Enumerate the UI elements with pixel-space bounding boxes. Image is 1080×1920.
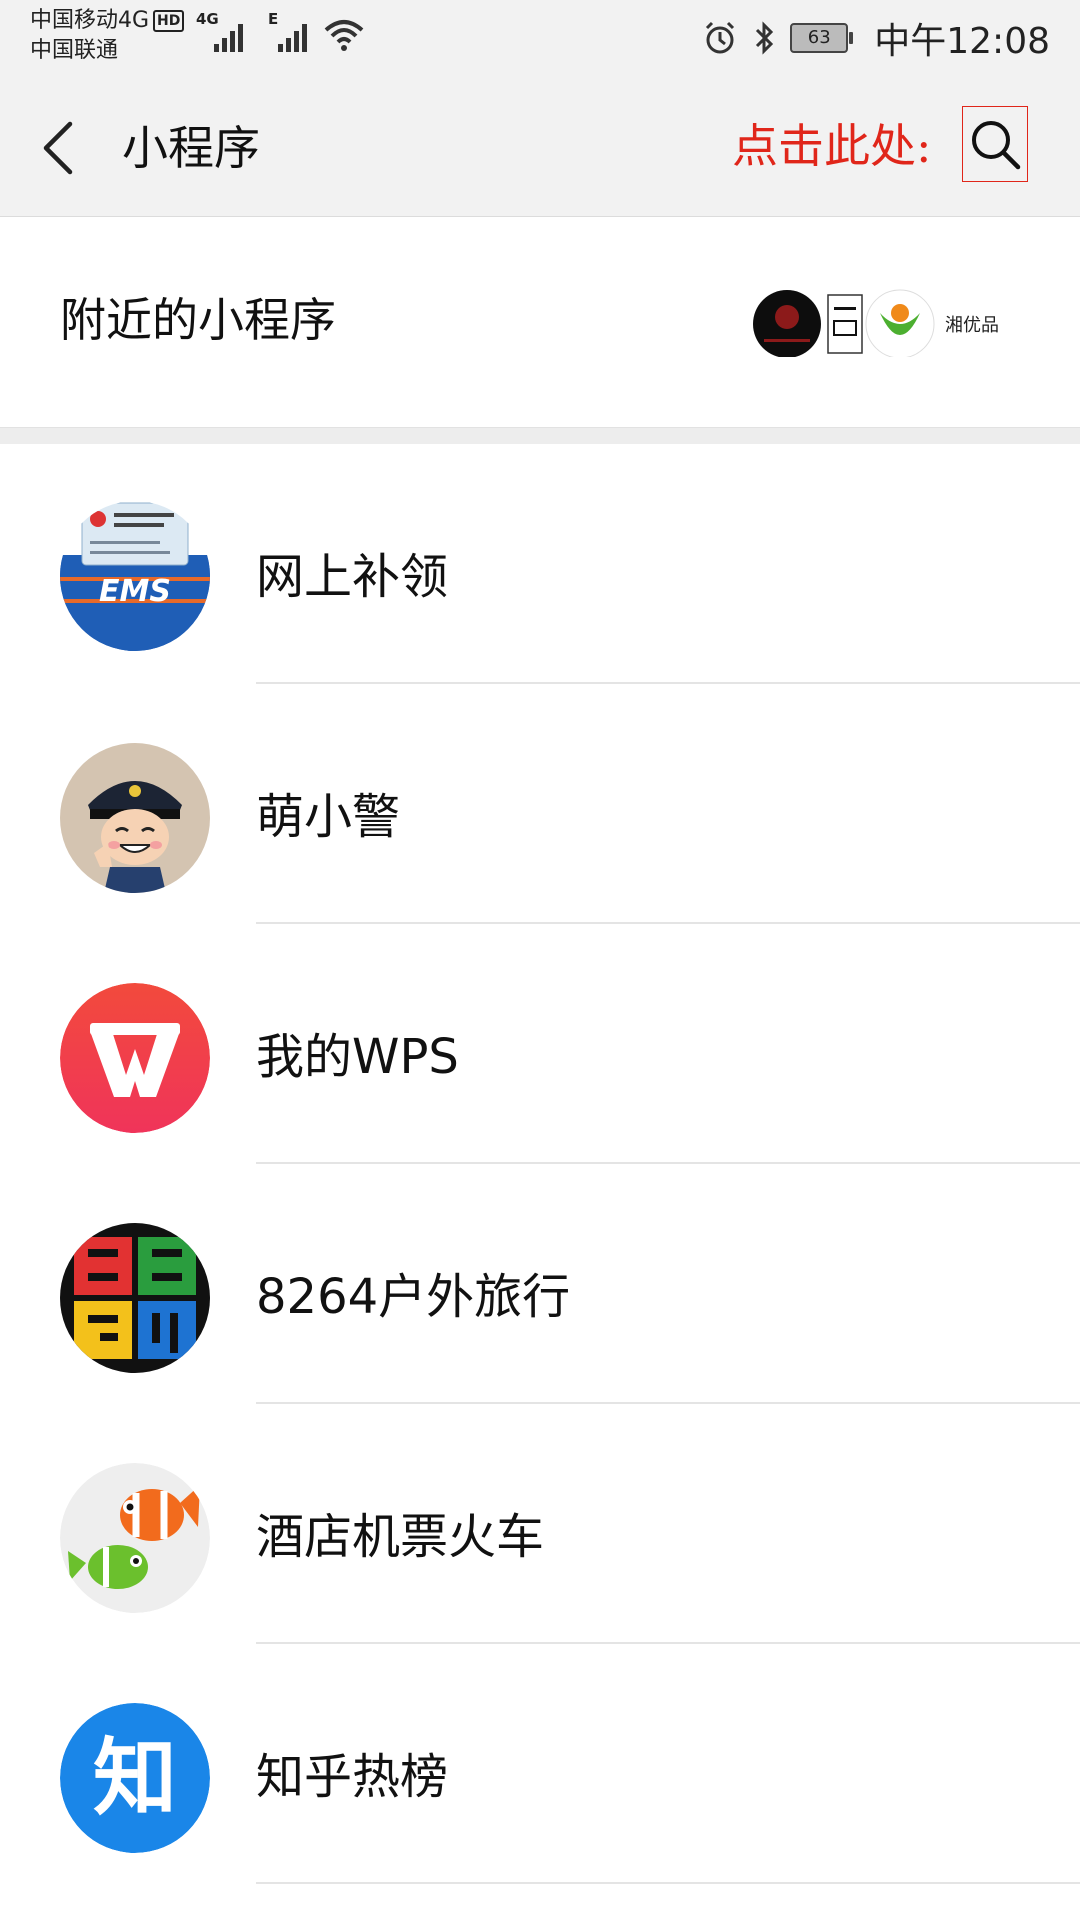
nearby-icon-4-text: 湘优品 <box>945 315 999 336</box>
list-item[interactable]: 我的WPS <box>0 923 1080 1164</box>
list-item-label: 酒店机票火车 <box>256 1509 545 1565</box>
signal-2-icon <box>278 24 307 52</box>
clock: 中午12:08 <box>874 21 1050 62</box>
section-separator <box>0 427 1080 444</box>
carrier-1: 中国移动4G <box>30 8 150 33</box>
list-item-label: 网上补领 <box>256 549 449 605</box>
page-title: 小程序 <box>122 121 260 175</box>
signal-1-icon <box>214 24 243 52</box>
ems-id-card-icon: EMS <box>60 501 210 651</box>
8264-icon <box>60 1223 210 1373</box>
clownfish-icon <box>60 1463 210 1613</box>
mini-program-list: EMS 网上补领 萌小警 我的WPS 8264户外旅行 酒店机票火车 知 知乎热… <box>0 443 1080 1884</box>
list-item[interactable]: 酒店机票火车 <box>0 1403 1080 1644</box>
carrier-info: 中国移动4G HD 中国联通 <box>30 6 185 66</box>
search-button[interactable] <box>962 106 1028 182</box>
nearby-icons: 湘优品 <box>753 289 999 357</box>
police-cartoon-icon <box>60 743 210 893</box>
list-item-label: 我的WPS <box>256 1029 459 1085</box>
nearby-label: 附近的小程序 <box>60 293 336 347</box>
battery-indicator: 63 <box>790 23 854 53</box>
nearby-icon-4: 湘优品 <box>944 301 999 347</box>
list-item-label: 8264户外旅行 <box>256 1269 571 1325</box>
status-bar: 中国移动4G HD 中国联通 4G E 63 中午12:08 <box>0 0 1080 78</box>
divider <box>256 1882 1080 1884</box>
bluetooth-icon <box>756 21 774 55</box>
carrier-2: 中国联通 <box>30 38 119 63</box>
list-item-label: 知乎热榜 <box>256 1749 449 1805</box>
ems-text: EMS <box>99 574 171 609</box>
nearby-mini-programs[interactable]: 附近的小程序 湘优品 <box>0 217 1080 427</box>
alarm-icon <box>706 21 735 54</box>
search-icon <box>972 121 1021 170</box>
click-here-hint: 点击此处: <box>732 119 932 173</box>
list-item[interactable]: 萌小警 <box>0 683 1080 924</box>
hd-badge: HD <box>153 10 185 32</box>
list-item[interactable]: EMS 网上补领 <box>0 443 1080 684</box>
nearby-icon-1 <box>753 290 821 357</box>
nearby-icon-3 <box>865 289 935 357</box>
zhihu-icon: 知 <box>60 1703 210 1853</box>
zhihu-text: 知 <box>93 1729 177 1827</box>
back-icon[interactable] <box>38 118 78 178</box>
list-item-label: 萌小警 <box>256 789 401 845</box>
nav-bar: 小程序 点击此处: <box>0 78 1080 217</box>
wifi-icon <box>324 20 364 51</box>
nearby-icon-2 <box>827 294 863 354</box>
wps-icon <box>60 983 210 1133</box>
list-item[interactable]: 知 知乎热榜 <box>0 1643 1080 1884</box>
list-item[interactable]: 8264户外旅行 <box>0 1163 1080 1404</box>
status-right: 63 中午12:08 <box>702 14 1050 62</box>
